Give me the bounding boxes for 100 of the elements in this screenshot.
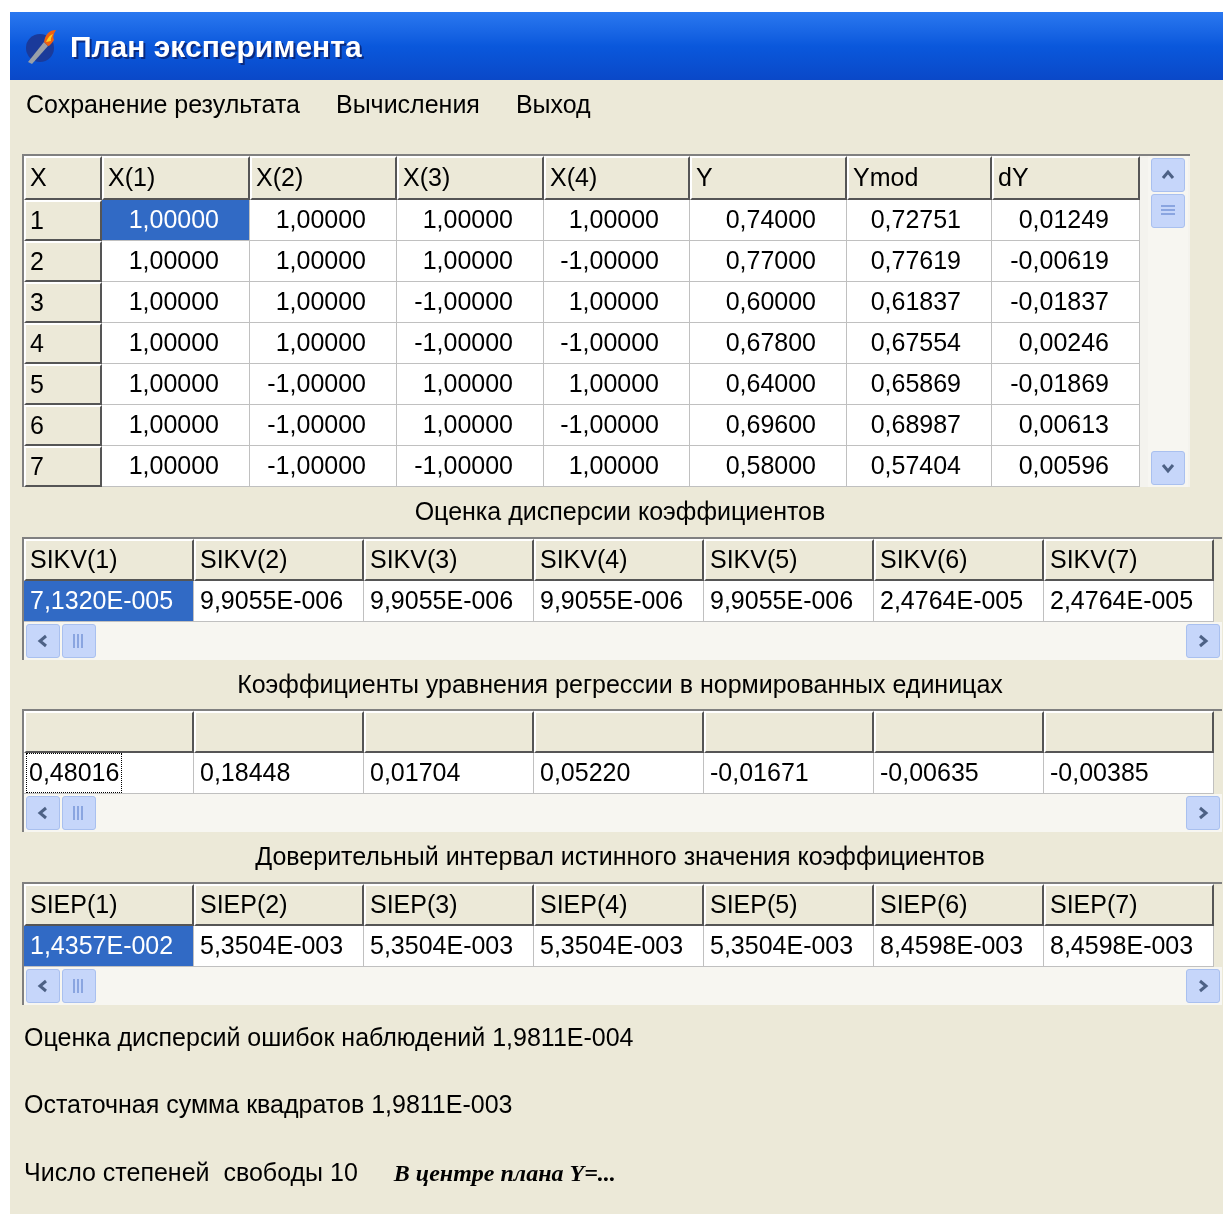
table-cell[interactable]: -1,00000 xyxy=(250,364,397,405)
table-cell[interactable]: 9,9055E-006 xyxy=(704,580,874,622)
table-cell[interactable]: -1,00000 xyxy=(250,405,397,446)
table-cell[interactable]: 7,1320E-005 xyxy=(24,580,194,622)
horizontal-scrollbar[interactable] xyxy=(24,621,1222,660)
table-cell[interactable]: -1,00000 xyxy=(397,323,544,364)
table-cell[interactable]: 1,00000 xyxy=(250,282,397,323)
column-header[interactable]: dY xyxy=(992,156,1140,200)
table-cell[interactable]: 1,00000 xyxy=(544,446,690,487)
scroll-up-button[interactable] xyxy=(1151,158,1185,192)
table-cell[interactable]: 0,01704 xyxy=(364,753,534,794)
table-cell[interactable]: 0,01249 xyxy=(992,200,1140,241)
scroll-thumb[interactable] xyxy=(62,623,96,658)
column-header[interactable]: SIKV(2) xyxy=(194,538,364,581)
table-cell[interactable]: 1,00000 xyxy=(544,282,690,323)
column-header[interactable]: Ymod xyxy=(847,156,992,200)
column-header[interactable]: SIKV(5) xyxy=(704,538,874,581)
column-header[interactable]: X(2) xyxy=(250,156,397,200)
scroll-thumb[interactable] xyxy=(62,796,96,830)
scroll-thumb[interactable] xyxy=(1151,194,1185,228)
table-cell[interactable]: 5,3504E-003 xyxy=(704,925,874,967)
table-cell[interactable]: -0,01837 xyxy=(992,282,1140,323)
menu-item[interactable]: Сохранение результата xyxy=(22,86,304,124)
table-cell[interactable]: 0,67800 xyxy=(690,323,847,364)
table-cell[interactable]: 0,05220 xyxy=(534,753,704,794)
table-cell[interactable]: 1,00000 xyxy=(102,446,250,487)
column-header[interactable]: SIEP(6) xyxy=(874,883,1044,926)
table-cell[interactable]: -1,00000 xyxy=(544,405,690,446)
scroll-down-button[interactable] xyxy=(1151,451,1185,485)
table-cell[interactable]: 1,00000 xyxy=(102,200,250,241)
table-cell[interactable]: 0,57404 xyxy=(847,446,992,487)
scroll-right-button[interactable] xyxy=(1186,623,1220,658)
scroll-right-button[interactable] xyxy=(1186,968,1220,1003)
table-cell[interactable]: 1,00000 xyxy=(250,241,397,282)
table-cell[interactable]: 0,61837 xyxy=(847,282,992,323)
table-cell[interactable]: 5,3504E-003 xyxy=(364,925,534,967)
table-cell[interactable]: 0,00246 xyxy=(992,323,1140,364)
column-header[interactable]: SIEP(4) xyxy=(534,883,704,926)
table-cell[interactable]: 1,4357E-002 xyxy=(24,925,194,967)
table-cell[interactable]: 0,72751 xyxy=(847,200,992,241)
table-cell[interactable]: -0,00385 xyxy=(1044,753,1214,794)
column-header[interactable]: SIEP(7) xyxy=(1044,883,1214,926)
column-header[interactable]: X(4) xyxy=(544,156,690,200)
table-cell[interactable]: 1,00000 xyxy=(102,405,250,446)
column-header[interactable]: SIKV(3) xyxy=(364,538,534,581)
table-cell[interactable]: -1,00000 xyxy=(544,241,690,282)
table-cell[interactable]: 9,9055E-006 xyxy=(534,580,704,622)
table-cell[interactable]: 0,65869 xyxy=(847,364,992,405)
table-cell[interactable]: 5,3504E-003 xyxy=(194,925,364,967)
table-cell[interactable]: 0,58000 xyxy=(690,446,847,487)
table-cell[interactable]: 1,00000 xyxy=(102,364,250,405)
table-cell[interactable]: -1,00000 xyxy=(397,282,544,323)
table-cell[interactable]: 0,64000 xyxy=(690,364,847,405)
table-cell[interactable]: 1,00000 xyxy=(397,200,544,241)
table-cell[interactable]: 9,9055E-006 xyxy=(194,580,364,622)
column-header[interactable]: X xyxy=(24,156,102,200)
table-cell[interactable]: 0,68987 xyxy=(847,405,992,446)
table-cell[interactable]: 1,00000 xyxy=(250,200,397,241)
column-header[interactable]: SIKV(7) xyxy=(1044,538,1214,581)
table-cell[interactable]: 1,00000 xyxy=(397,241,544,282)
horizontal-scrollbar[interactable] xyxy=(24,966,1222,1005)
scroll-left-button[interactable] xyxy=(26,796,60,830)
table-cell[interactable]: 2,4764E-005 xyxy=(1044,580,1214,622)
table-cell[interactable]: 1,00000 xyxy=(102,241,250,282)
column-header[interactable]: SIKV(4) xyxy=(534,538,704,581)
column-header[interactable]: SIEP(2) xyxy=(194,883,364,926)
table-cell[interactable]: -0,01869 xyxy=(992,364,1140,405)
table-cell[interactable]: -1,00000 xyxy=(397,446,544,487)
table-cell[interactable]: -0,01671 xyxy=(704,753,874,794)
column-header[interactable]: X(3) xyxy=(397,156,544,200)
table-cell[interactable]: 1,00000 xyxy=(102,282,250,323)
table-cell[interactable]: 2,4764E-005 xyxy=(874,580,1044,622)
table-cell[interactable]: 0,00596 xyxy=(992,446,1140,487)
column-header[interactable]: SIEP(5) xyxy=(704,883,874,926)
table-cell[interactable]: 5,3504E-003 xyxy=(534,925,704,967)
table-cell[interactable]: 0,74000 xyxy=(690,200,847,241)
table-cell[interactable]: 9,9055E-006 xyxy=(364,580,534,622)
table-cell[interactable]: 0,00613 xyxy=(992,405,1140,446)
table-cell[interactable]: -1,00000 xyxy=(544,323,690,364)
scroll-thumb[interactable] xyxy=(62,968,96,1003)
table-cell[interactable]: -0,00619 xyxy=(992,241,1140,282)
column-header[interactable]: SIKV(1) xyxy=(24,538,194,581)
table-cell[interactable]: 0,67554 xyxy=(847,323,992,364)
table-cell[interactable]: 0,77619 xyxy=(847,241,992,282)
column-header[interactable]: SIKV(6) xyxy=(874,538,1044,581)
table-cell[interactable]: 1,00000 xyxy=(544,364,690,405)
table-cell[interactable]: 1,00000 xyxy=(102,323,250,364)
table-cell[interactable]: 8,4598E-003 xyxy=(1044,925,1214,967)
table-cell[interactable]: 8,4598E-003 xyxy=(874,925,1044,967)
scroll-left-button[interactable] xyxy=(26,968,60,1003)
horizontal-scrollbar[interactable] xyxy=(24,794,1222,832)
table-cell[interactable]: 1,00000 xyxy=(397,364,544,405)
table-cell[interactable]: 0,18448 xyxy=(194,753,364,794)
column-header[interactable]: Y xyxy=(690,156,847,200)
menu-item[interactable]: Вычисления xyxy=(331,86,484,124)
table-cell[interactable]: 1,00000 xyxy=(544,200,690,241)
table-cell[interactable]: -1,00000 xyxy=(250,446,397,487)
menu-item[interactable]: Выход xyxy=(511,86,595,124)
table-cell[interactable]: 0,77000 xyxy=(690,241,847,282)
column-header[interactable]: SIEP(3) xyxy=(364,883,534,926)
